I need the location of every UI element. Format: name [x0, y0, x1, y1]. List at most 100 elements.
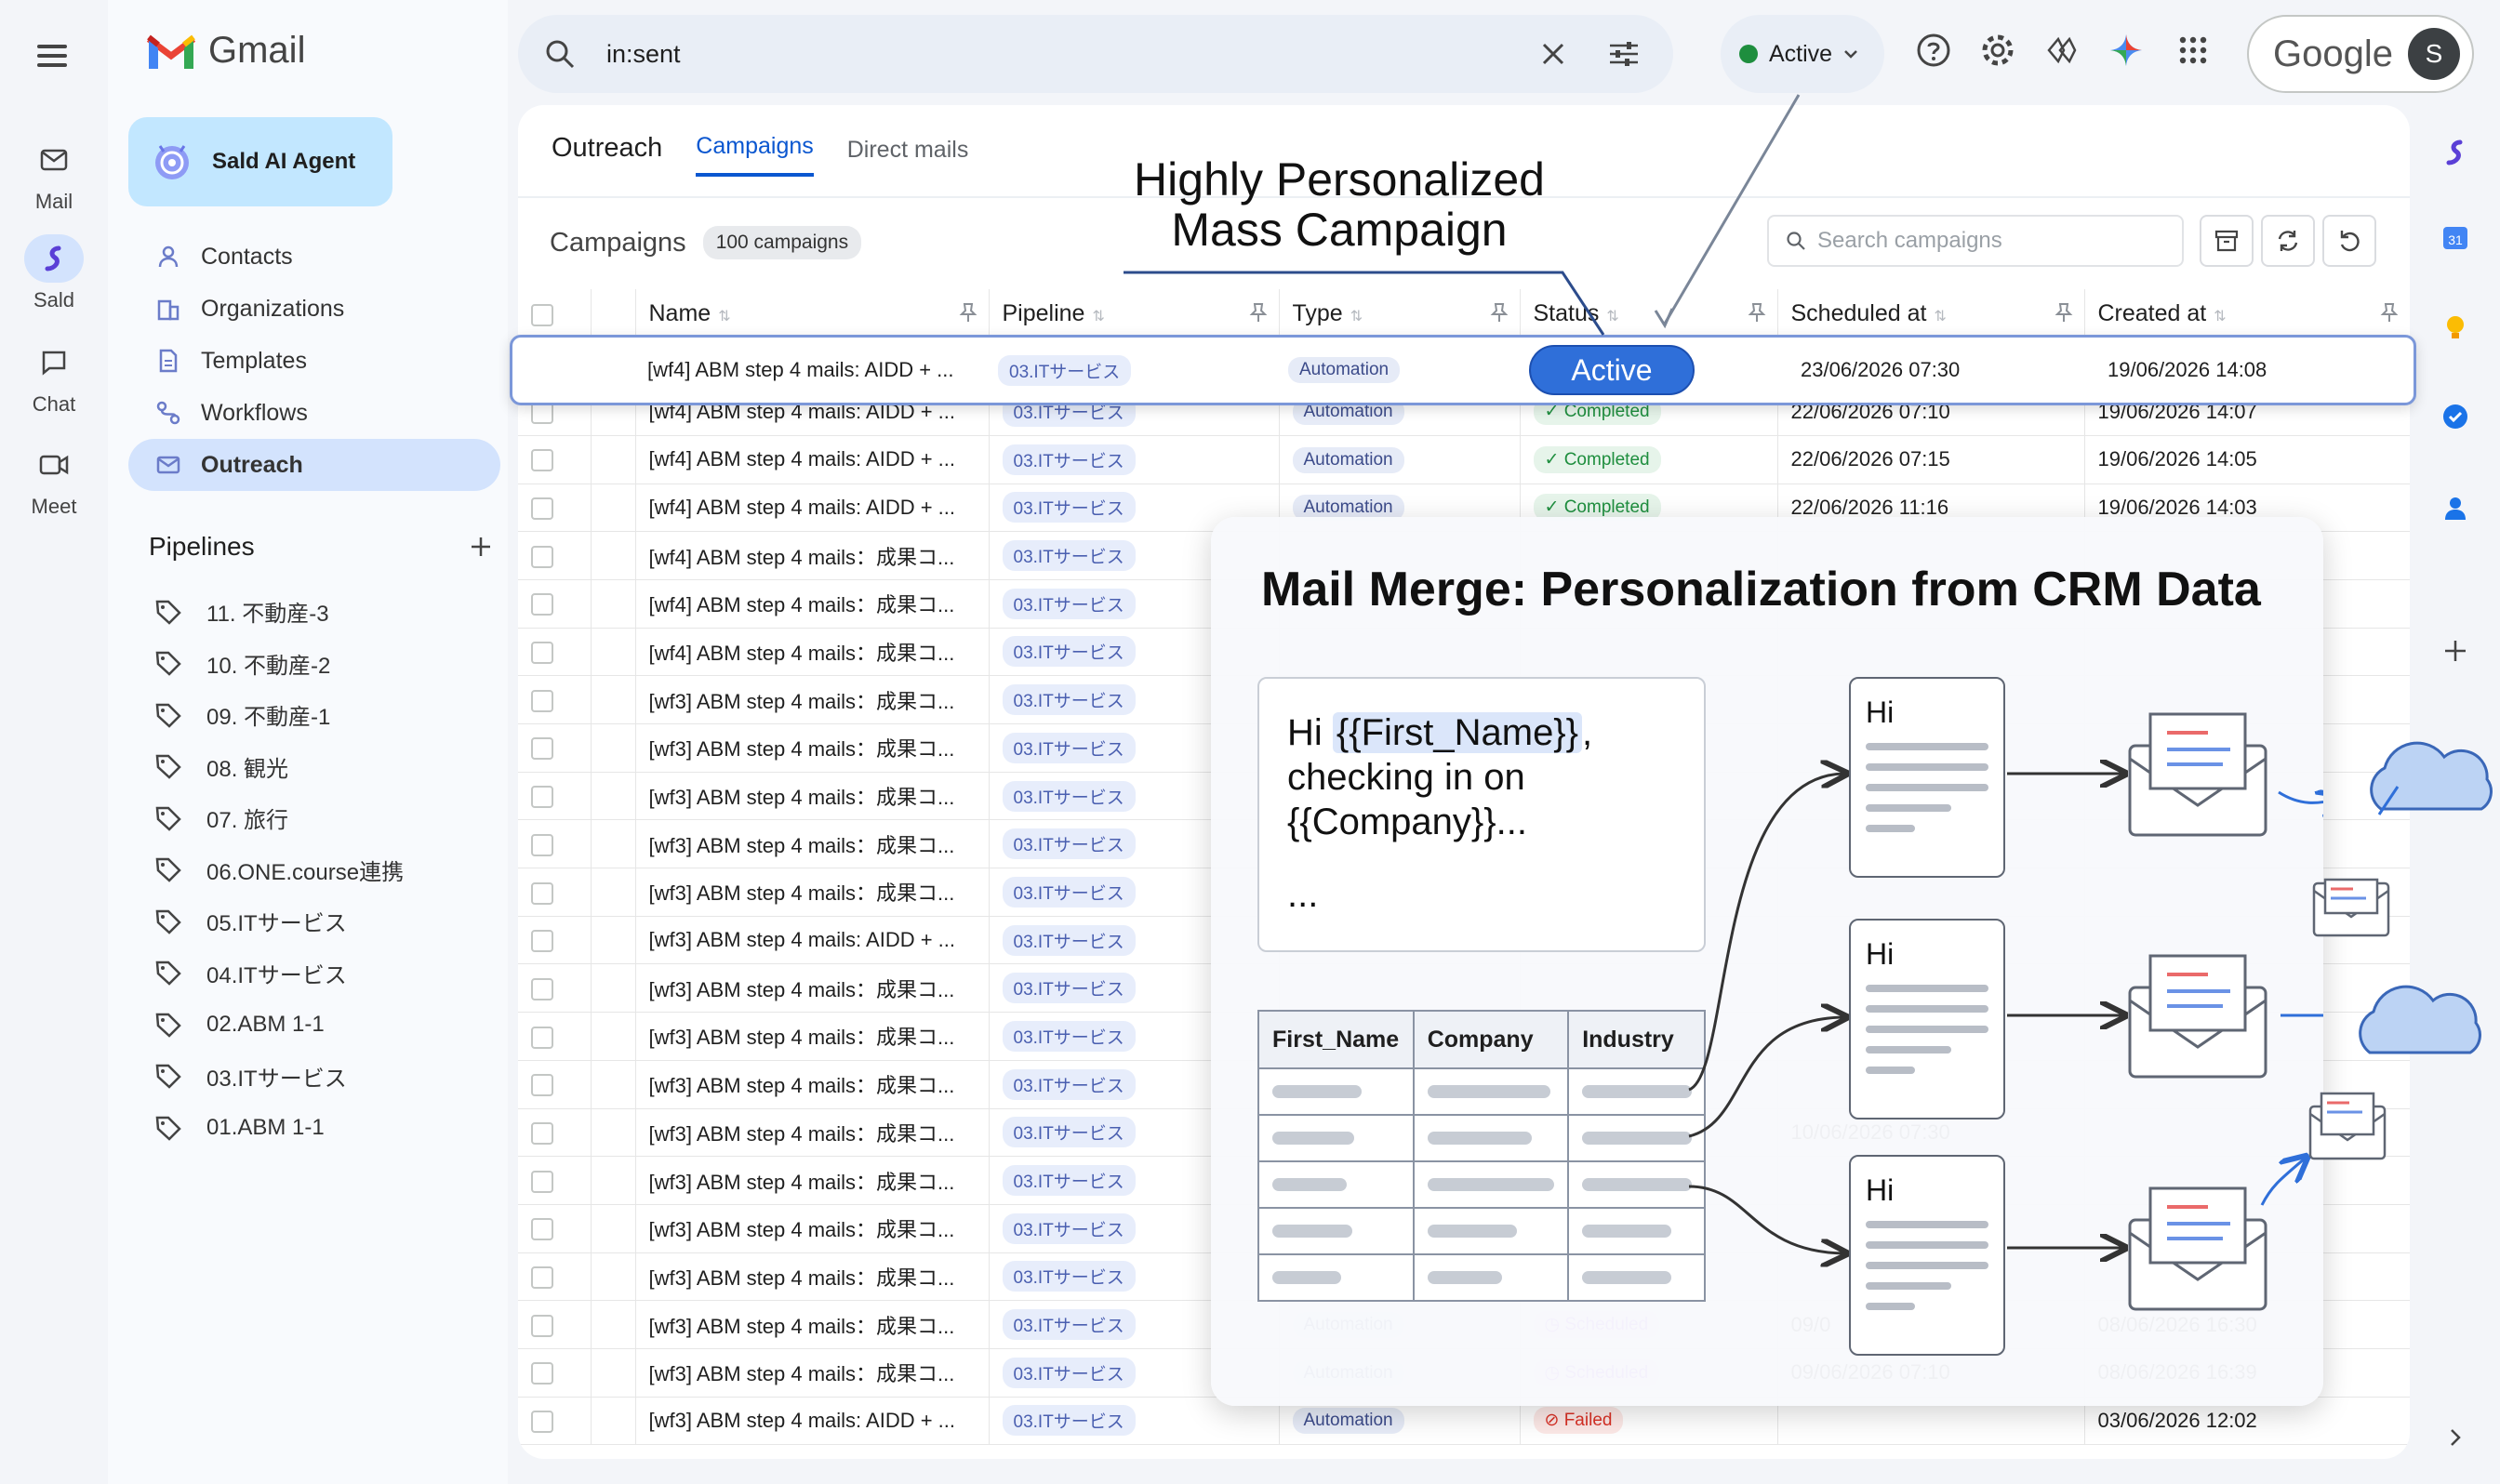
calendar-icon[interactable]: 31 — [2439, 221, 2472, 255]
sidebar-pipeline-item[interactable]: 02.ABM 1-1 — [154, 999, 404, 1051]
highlighted-campaign-row[interactable]: [wf4] ABM step 4 mails: AIDD + ... 03.IT… — [510, 335, 2416, 405]
sidebar-pipeline-item[interactable]: 03.ITサービス — [154, 1051, 404, 1103]
row-checkbox[interactable] — [531, 449, 553, 472]
row-checkbox[interactable] — [531, 1411, 553, 1434]
active-status-pill[interactable]: Active — [1529, 345, 1695, 395]
sort-icon[interactable]: ⇅ — [1934, 309, 1946, 325]
select-all-checkbox[interactable] — [531, 303, 553, 326]
row-checkbox[interactable] — [531, 881, 553, 905]
gmail-logo[interactable]: Gmail — [145, 30, 305, 72]
sidebar-item-outreach[interactable]: Outreach — [128, 439, 500, 491]
menu-icon[interactable] — [33, 37, 71, 74]
row-checkbox[interactable] — [531, 497, 553, 520]
contacts-icon[interactable] — [2439, 491, 2472, 524]
archive-button[interactable] — [2200, 215, 2254, 267]
pipeline-chip: 03.ITサービス — [1002, 1309, 1136, 1341]
pin-icon[interactable] — [2055, 302, 2073, 329]
video-icon — [24, 441, 84, 489]
sidebar-item-contacts[interactable]: Contacts — [128, 231, 500, 283]
row-checkbox[interactable] — [531, 1121, 553, 1145]
pin-icon[interactable] — [1748, 302, 1766, 329]
sidebar-pipeline-item[interactable]: 08. 観光 — [154, 741, 404, 793]
row-checkbox[interactable] — [531, 593, 553, 616]
row-checkbox[interactable] — [531, 786, 553, 809]
avatar[interactable]: S — [2407, 28, 2460, 80]
row-checkbox[interactable] — [531, 930, 553, 953]
search-input[interactable]: in:sent — [606, 40, 681, 69]
apps-grid-icon[interactable] — [2171, 28, 2215, 73]
row-checkbox[interactable] — [531, 833, 553, 856]
tab-direct-mails[interactable]: Direct mails — [847, 137, 969, 177]
sidebar-pipeline-item[interactable]: 07. 旅行 — [154, 792, 404, 844]
row-checkbox[interactable] — [531, 642, 553, 665]
sidebar-pipeline-item[interactable]: 11. 不動産-3 — [154, 586, 404, 638]
status-dropdown[interactable]: Active — [1721, 15, 1884, 93]
keep-icon[interactable] — [2439, 311, 2472, 344]
row-checkbox[interactable] — [531, 545, 553, 568]
gemini-icon[interactable] — [2104, 28, 2148, 73]
sidebar-item-templates[interactable]: Templates — [128, 335, 500, 387]
column-header-scheduled[interactable]: Scheduled at ⇅ — [1777, 289, 2085, 340]
filter-icon[interactable] — [1608, 40, 1640, 68]
sidebar-pipeline-item[interactable]: 04.ITサービス — [154, 947, 404, 1000]
account-switcher[interactable]: Google S — [2247, 15, 2474, 93]
row-checkbox[interactable] — [531, 1074, 553, 1097]
table-row[interactable]: [wf4] ABM step 4 mails: AIDD + ... 03.ITサ… — [518, 435, 2410, 484]
sidebar-pipeline-item[interactable]: 10. 不動産-2 — [154, 638, 404, 690]
pin-icon[interactable] — [2380, 302, 2399, 329]
sidebar-item-organizations[interactable]: Organizations — [128, 283, 500, 335]
tab-campaigns[interactable]: Campaigns — [696, 133, 814, 177]
sort-icon[interactable]: ⇅ — [2214, 309, 2226, 325]
row-checkbox[interactable] — [531, 1218, 553, 1241]
chevron-right-icon[interactable] — [2439, 1421, 2472, 1454]
gemini-spark-icon[interactable] — [2039, 28, 2083, 73]
rail-chat[interactable]: Chat — [0, 338, 108, 417]
campaign-search-input[interactable]: Search campaigns — [1767, 215, 2184, 267]
rail-meet[interactable]: Meet — [0, 441, 108, 519]
search-bar[interactable]: in:sent — [518, 15, 1673, 93]
sald-ai-agent-button[interactable]: Sald AI Agent — [128, 117, 392, 206]
pin-icon[interactable] — [1249, 302, 1268, 329]
row-checkbox[interactable] — [531, 737, 553, 761]
sort-icon[interactable]: ⇅ — [718, 309, 730, 325]
search-icon[interactable] — [544, 38, 576, 70]
rail-sald[interactable]: Sald — [0, 234, 108, 312]
pin-icon[interactable] — [1490, 302, 1509, 329]
sidebar-item-workflows[interactable]: Workflows — [128, 387, 500, 439]
row-checkbox[interactable] — [531, 977, 553, 1000]
row-checkbox[interactable] — [531, 1170, 553, 1193]
column-header-type[interactable]: Type ⇅ — [1279, 289, 1521, 340]
tasks-icon[interactable] — [2439, 400, 2472, 433]
sidebar-pipeline-item[interactable]: 01.ABM 1-1 — [154, 1102, 404, 1154]
add-addon-icon[interactable] — [2439, 634, 2472, 668]
column-header-created[interactable]: Created at ⇅ — [2084, 289, 2410, 340]
sidebar-pipeline-item[interactable]: 06.ONE.course連携 — [154, 844, 404, 896]
sort-icon[interactable]: ⇅ — [1606, 309, 1618, 325]
column-header-status[interactable]: Status ⇅ — [1520, 289, 1778, 340]
refresh-button[interactable] — [2322, 215, 2376, 267]
sald-icon[interactable] — [2439, 136, 2472, 169]
row-name: [wf4] ABM step 4 mails：成果コ... — [635, 628, 990, 677]
sidebar-pipeline-item[interactable]: 05.ITサービス — [154, 895, 404, 947]
sort-icon[interactable]: ⇅ — [1092, 309, 1104, 325]
pin-icon[interactable] — [959, 302, 977, 329]
row-checkbox[interactable] — [531, 1362, 553, 1385]
sync-button[interactable] — [2261, 215, 2315, 267]
row-checkbox[interactable] — [531, 1314, 553, 1337]
sort-icon[interactable]: ⇅ — [1350, 309, 1363, 325]
gear-icon[interactable] — [1975, 28, 2020, 73]
tag-icon — [155, 1013, 181, 1038]
rail-mail[interactable]: Mail — [0, 136, 108, 214]
close-icon[interactable] — [1539, 40, 1567, 68]
sidebar-pipeline-item[interactable]: 09. 不動産-1 — [154, 689, 404, 741]
tab-outreach[interactable]: Outreach — [552, 133, 662, 177]
tag-icon — [155, 858, 181, 882]
tag-icon — [155, 909, 181, 934]
column-header-name[interactable]: Name ⇅ — [635, 289, 990, 340]
help-icon[interactable] — [1911, 28, 1956, 73]
row-checkbox[interactable] — [531, 1026, 553, 1049]
row-checkbox[interactable] — [531, 1266, 553, 1289]
row-checkbox[interactable] — [531, 689, 553, 712]
add-icon[interactable] — [469, 535, 493, 559]
column-header-pipeline[interactable]: Pipeline ⇅ — [989, 289, 1280, 340]
